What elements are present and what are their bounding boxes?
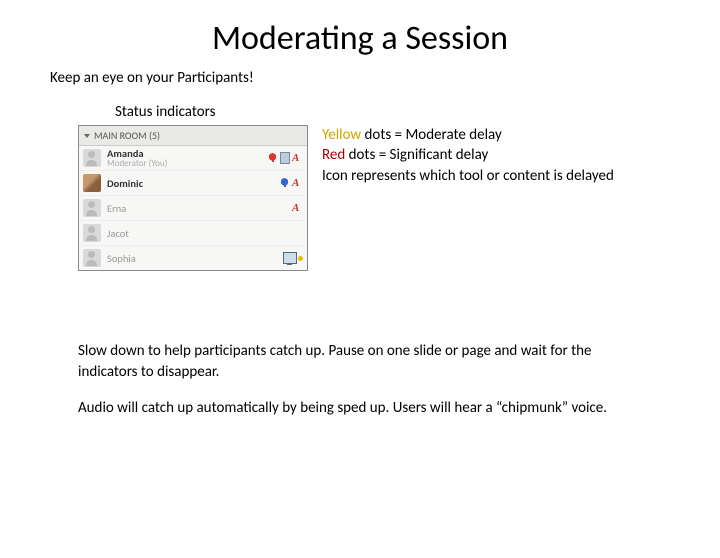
name-block: Jacot xyxy=(107,228,303,239)
red-rest: dots = Significant delay xyxy=(345,146,488,164)
legend-icon-line: Icon represents which tool or content is… xyxy=(322,166,614,186)
avatar xyxy=(83,224,101,242)
panel-header-text: MAIN ROOM (5) xyxy=(94,129,160,142)
app-share-icon: A xyxy=(292,203,303,214)
participant-row: AmandaModerator (You) A xyxy=(79,146,307,171)
legend-block: Yellow dots = Moderate delay Red dots = … xyxy=(322,125,614,186)
avatar xyxy=(83,174,101,192)
avatar xyxy=(83,249,101,267)
delay-indicator xyxy=(283,252,303,264)
participant-row: Sophia xyxy=(79,246,307,270)
participant-row: Dominic A xyxy=(79,171,307,196)
status-icons xyxy=(283,252,303,264)
yellow-word: Yellow xyxy=(322,126,361,144)
status-icons: A xyxy=(292,203,303,214)
body-paragraph-1: Slow down to help participants catch up.… xyxy=(78,341,648,382)
app-share-icon: A xyxy=(292,178,303,189)
panel-header: MAIN ROOM (5) xyxy=(79,126,307,146)
participants-panel: MAIN ROOM (5) AmandaModerator (You)ADomi… xyxy=(78,125,308,271)
legend-yellow-line: Yellow dots = Moderate delay xyxy=(322,125,614,145)
yellow-dot-icon xyxy=(298,256,303,261)
participant-role: Moderator (You) xyxy=(107,159,267,168)
whiteboard-icon xyxy=(280,152,290,164)
app-share-icon: A xyxy=(292,153,303,164)
participant-row: ErnaA xyxy=(79,196,307,221)
status-indicators-label: Status indicators xyxy=(115,103,720,121)
avatar xyxy=(83,199,101,217)
participant-name: Dominic xyxy=(107,178,279,189)
participant-name: Jacot xyxy=(107,228,303,239)
avatar xyxy=(83,149,101,167)
participant-name: Sophia xyxy=(107,253,283,264)
slide-title: Moderating a Session xyxy=(0,18,720,59)
status-icons: A xyxy=(267,152,303,164)
monitor-icon xyxy=(283,252,297,264)
name-block: Sophia xyxy=(107,253,283,264)
red-word: Red xyxy=(322,146,345,164)
body-paragraph-2: Audio will catch up automatically by bei… xyxy=(78,398,648,418)
name-block: Dominic xyxy=(107,178,279,189)
participant-row: Jacot xyxy=(79,221,307,246)
slide-subtitle: Keep an eye on your Participants! xyxy=(50,69,720,87)
yellow-rest: dots = Moderate delay xyxy=(361,126,502,144)
status-icons: A xyxy=(279,178,303,189)
name-block: AmandaModerator (You) xyxy=(107,148,267,168)
participant-name: Erna xyxy=(107,203,292,214)
mic-icon xyxy=(267,153,278,164)
expand-icon xyxy=(84,134,90,138)
legend-red-line: Red dots = Significant delay xyxy=(322,145,614,165)
mic-icon xyxy=(279,178,290,189)
name-block: Erna xyxy=(107,203,292,214)
